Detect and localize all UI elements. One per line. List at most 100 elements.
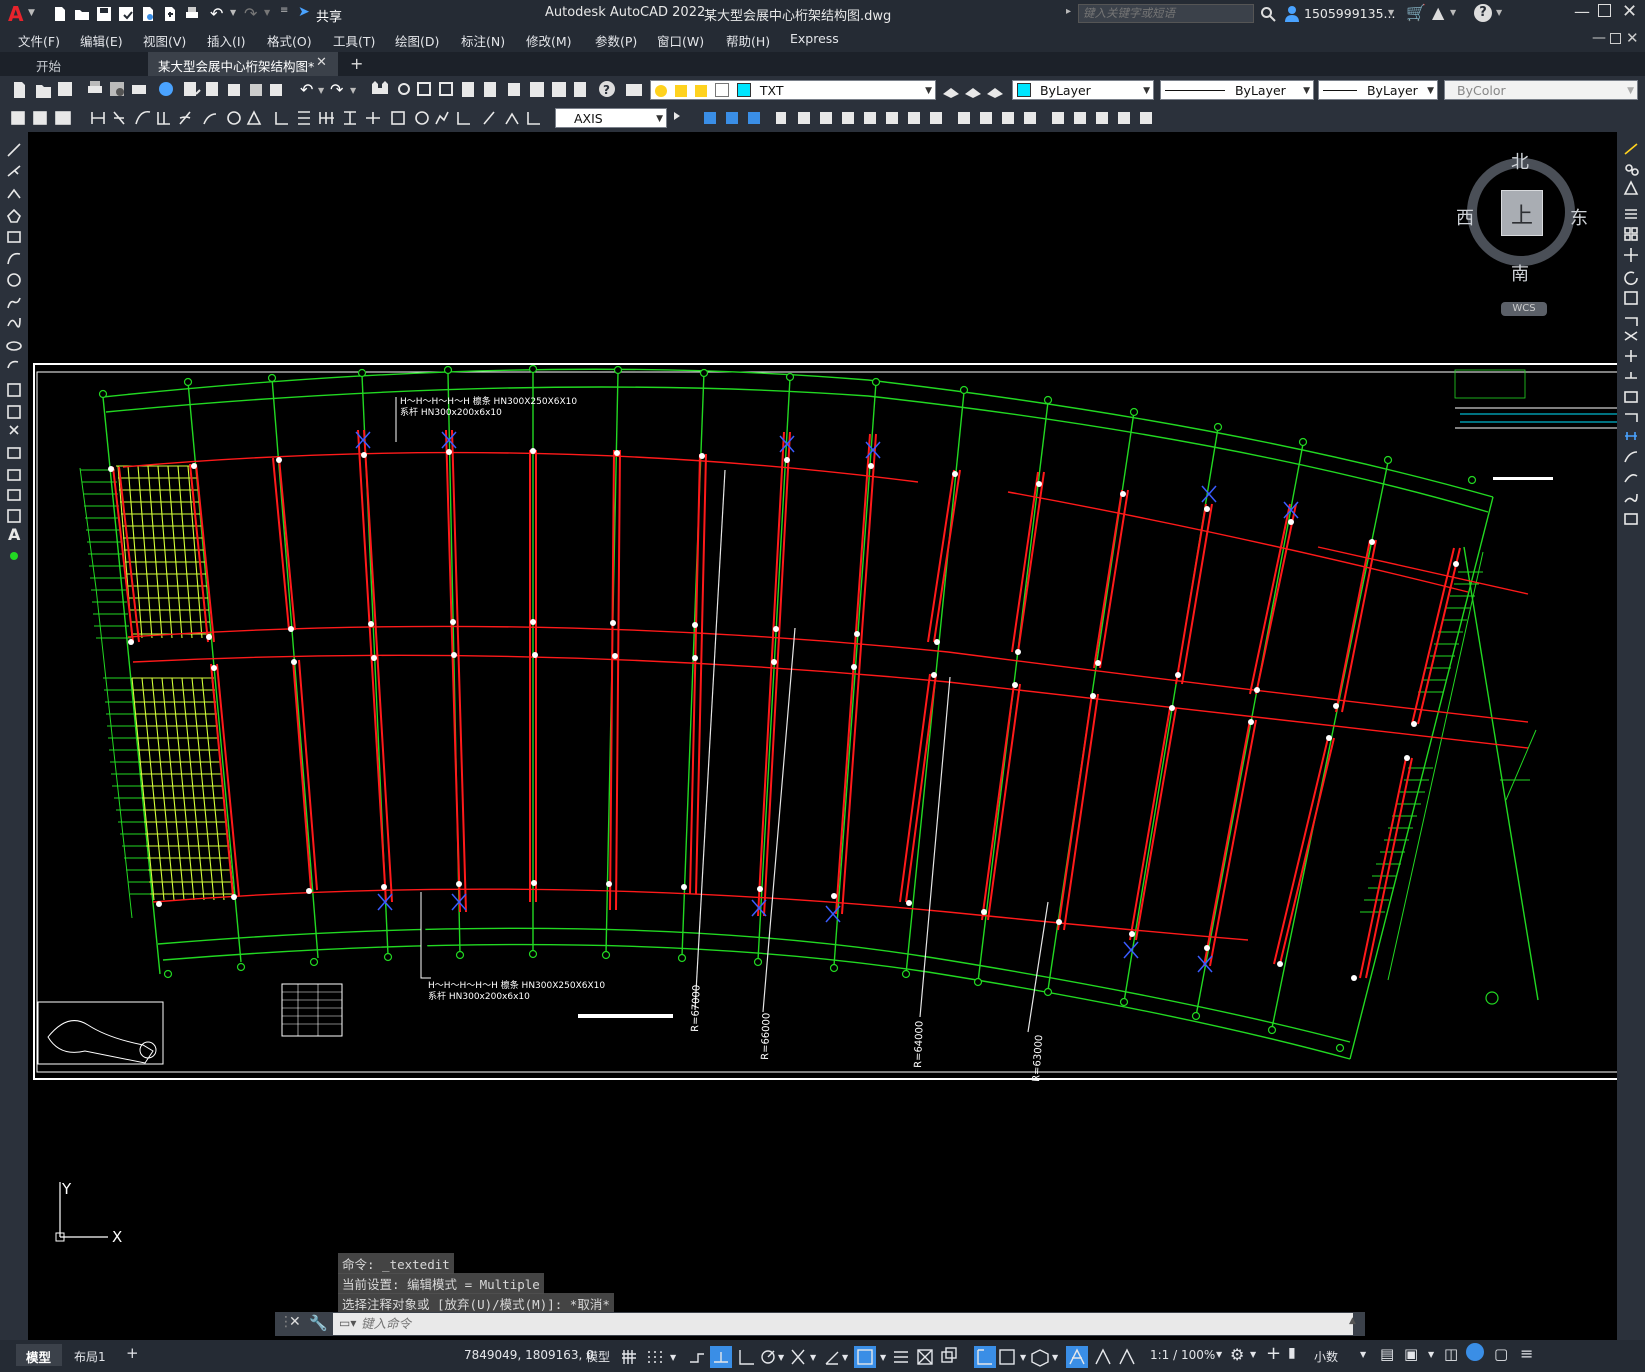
viewcube-top-face[interactable]: 上 xyxy=(1501,190,1543,236)
menu-view[interactable]: 视图(V) xyxy=(143,31,186,50)
viewcube-north[interactable]: 北 xyxy=(1511,148,1529,174)
menu-dimension[interactable]: 标注(N) xyxy=(461,31,505,50)
doc-close-icon[interactable]: ✕ xyxy=(1626,29,1639,47)
open-icon[interactable] xyxy=(74,6,90,22)
save-icon[interactable] xyxy=(96,6,112,22)
lock-ui-icon[interactable]: ▣ xyxy=(1404,1345,1418,1363)
autodesk-app-icon[interactable]: ▲ xyxy=(1432,3,1444,22)
chevron-down-icon[interactable]: ▼ xyxy=(1250,1350,1256,1359)
customize-status-icon[interactable]: ≡ xyxy=(1520,1344,1533,1363)
command-close-icon[interactable]: ✕ xyxy=(289,1314,301,1330)
layer-tools-icons[interactable] xyxy=(940,80,1010,100)
share-icon[interactable]: ➤ xyxy=(298,4,310,20)
menu-help[interactable]: 帮助(H) xyxy=(726,31,770,50)
customize-qat-icon[interactable]: ≡ xyxy=(280,5,288,16)
modify-toolbar-icons[interactable] xyxy=(670,104,1160,132)
menu-tools[interactable]: 工具(T) xyxy=(333,31,375,50)
tab-close-icon[interactable]: ✕ xyxy=(316,55,327,70)
search-input[interactable] xyxy=(1078,4,1254,23)
undo-dropdown-icon[interactable]: ▼ xyxy=(230,8,236,17)
recent-commands-icon[interactable]: ▭▾ xyxy=(339,1316,356,1330)
new-icon[interactable] xyxy=(52,6,68,22)
chevron-down-icon[interactable]: ▼ xyxy=(1360,1350,1366,1359)
user-icon[interactable] xyxy=(1284,5,1300,22)
viewcube-south[interactable]: 南 xyxy=(1511,260,1529,286)
chevron-down-icon[interactable]: ▼ xyxy=(1428,1350,1434,1359)
app-menu-chevron-icon[interactable]: ▼ xyxy=(28,8,35,18)
gear-icon[interactable]: ⚙ xyxy=(1230,1345,1244,1364)
viewcube[interactable]: 上 北 南 东 西 WCS xyxy=(1456,146,1590,316)
menu-modify[interactable]: 修改(M) xyxy=(526,31,572,50)
hardware-acceleration-icon[interactable] xyxy=(1466,1343,1484,1361)
menu-insert[interactable]: 插入(I) xyxy=(207,31,245,50)
command-history-toggle-icon[interactable]: ▲ xyxy=(1349,1316,1356,1326)
layer-dropdown[interactable]: TXT ▼ xyxy=(650,80,936,100)
ucs-y-label: Y xyxy=(61,1180,72,1198)
help-icon[interactable]: ? xyxy=(1474,4,1492,22)
dimension-toolbar-icons[interactable] xyxy=(0,104,555,132)
isolate-objects-icon[interactable]: ▮ xyxy=(1288,1345,1296,1361)
menu-draw[interactable]: 绘图(D) xyxy=(395,31,439,50)
plus-icon[interactable]: + xyxy=(1266,1343,1281,1364)
svg-text:▼: ▼ xyxy=(842,1353,849,1362)
viewcube-west[interactable]: 西 xyxy=(1456,204,1474,230)
viewcube-east[interactable]: 东 xyxy=(1570,204,1588,230)
menu-window[interactable]: 窗口(W) xyxy=(657,31,704,50)
command-history-line: 选择注释对象或 [放弃(U)/模式(M)]: *取消* xyxy=(338,1293,614,1314)
lineweight-dropdown[interactable]: ByLayer ▼ xyxy=(1318,80,1438,100)
annotation-scale[interactable]: 1:1 / 100% xyxy=(1150,1348,1215,1362)
layout1-tab[interactable]: 布局1 xyxy=(74,1348,106,1365)
new-tab-button[interactable]: + xyxy=(350,54,363,73)
search-icon[interactable] xyxy=(1260,6,1276,22)
maximize-icon[interactable] xyxy=(1598,4,1611,17)
graphics-performance-icon[interactable]: ◫ xyxy=(1444,1345,1458,1363)
menu-edit[interactable]: 编辑(E) xyxy=(80,31,123,50)
command-input[interactable] xyxy=(333,1313,1353,1335)
cart-icon[interactable]: 🛒 xyxy=(1406,3,1426,22)
clean-screen-icon[interactable]: ▢ xyxy=(1494,1345,1508,1363)
coordinates-readout[interactable]: 7849049, 1809163, 0 xyxy=(464,1348,594,1362)
plotstyle-dropdown[interactable]: ByColor ▼ xyxy=(1444,80,1638,100)
user-name[interactable]: 1505999135... xyxy=(1304,6,1395,21)
minimize-icon[interactable]: — xyxy=(1574,2,1590,21)
doc-restore-icon[interactable] xyxy=(1610,33,1621,44)
share-button[interactable]: 共享 xyxy=(316,6,342,25)
linetype-dropdown[interactable]: ByLayer ▼ xyxy=(1160,80,1314,100)
tab-drawing[interactable]: 某大型会展中心桁架结构图* ✕ xyxy=(148,52,338,76)
units-value[interactable]: 小数 xyxy=(1314,1348,1338,1365)
modify-toolbar-vertical-icons[interactable] xyxy=(1617,132,1645,532)
tab-start[interactable]: 开始 xyxy=(4,52,144,76)
search-expand-icon[interactable]: ▸ xyxy=(1066,6,1071,17)
doc-minimize-icon[interactable]: — xyxy=(1592,30,1606,46)
draw-toolbar-icons[interactable]: A xyxy=(0,132,28,572)
user-dropdown-icon[interactable]: ▼ xyxy=(1388,8,1394,17)
menu-format[interactable]: 格式(O) xyxy=(267,31,312,50)
wcs-menu-button[interactable]: WCS xyxy=(1501,302,1547,316)
svg-text:?: ? xyxy=(603,83,610,97)
chevron-down-icon[interactable]: ▼ xyxy=(1216,1350,1222,1359)
plot-icon[interactable] xyxy=(184,6,200,22)
redo-dropdown-icon[interactable]: ▼ xyxy=(264,8,270,17)
help-dropdown-icon[interactable]: ▼ xyxy=(1496,8,1502,17)
app-dropdown-icon[interactable]: ▼ xyxy=(1450,8,1456,17)
color-dropdown[interactable]: ByLayer ▼ xyxy=(1012,80,1154,100)
menu-parametric[interactable]: 参数(P) xyxy=(595,31,637,50)
quick-properties-icon[interactable]: ▤ xyxy=(1380,1345,1394,1363)
redo-icon[interactable]: ↷ xyxy=(244,4,257,23)
drawing-canvas[interactable]: H～H～H～H～H 檩条 HN300X250X6X10 系杆 HN300x200… xyxy=(28,132,1617,1312)
menu-express[interactable]: Express xyxy=(790,31,839,46)
add-layout-button[interactable]: + xyxy=(126,1344,139,1362)
command-customize-icon[interactable]: 🔧 xyxy=(309,1314,328,1332)
model-space-button[interactable]: 模型 xyxy=(586,1348,610,1365)
save-as-icon[interactable] xyxy=(118,6,134,22)
undo-icon[interactable]: ↶ xyxy=(210,4,223,23)
close-icon[interactable]: ✕ xyxy=(1622,1,1637,22)
svg-text:▼: ▼ xyxy=(1052,1353,1059,1362)
save-to-web-icon[interactable] xyxy=(162,6,178,22)
open-from-web-icon[interactable] xyxy=(140,6,156,22)
menu-file[interactable]: 文件(F) xyxy=(18,31,60,50)
autocad-logo-icon[interactable]: A xyxy=(8,2,23,26)
standard-toolbar-icons[interactable]: ↶ ▼ ↷ ▼ ? xyxy=(0,76,680,104)
dimstyle-dropdown[interactable]: AXIS ▼ xyxy=(555,108,667,128)
model-tab[interactable]: 模型 xyxy=(16,1344,62,1366)
